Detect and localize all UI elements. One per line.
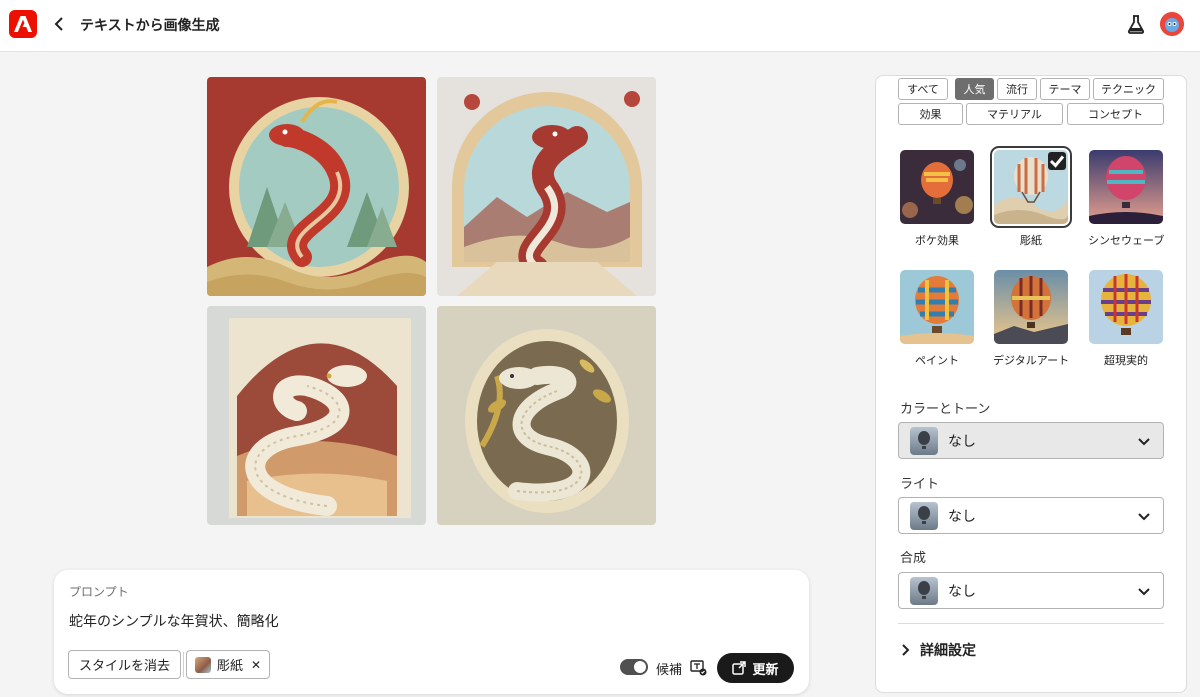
candidates-label: 候補 bbox=[656, 663, 683, 678]
tab-theme[interactable]: テーマ bbox=[1040, 78, 1090, 100]
style-thumbnail bbox=[1089, 270, 1163, 344]
tab-popular[interactable]: 人気 bbox=[955, 78, 994, 100]
balloon-thumbnail-icon bbox=[910, 576, 938, 605]
light-dropdown[interactable]: なし bbox=[898, 497, 1164, 534]
refresh-icon bbox=[732, 661, 747, 675]
adobe-logo[interactable] bbox=[9, 10, 37, 38]
color-tone-dropdown[interactable]: なし bbox=[898, 422, 1164, 459]
style-thumbnail bbox=[990, 146, 1072, 228]
checkmark-icon bbox=[1048, 152, 1066, 170]
style-label: ペイント bbox=[915, 354, 959, 367]
style-chip: 彫紙 ✕ bbox=[186, 650, 271, 679]
flask-icon bbox=[1127, 15, 1145, 34]
top-bar: テキストから画像生成 bbox=[0, 0, 1200, 52]
composition-dropdown[interactable]: なし bbox=[898, 572, 1164, 609]
chevron-down-icon bbox=[1138, 588, 1150, 596]
prompt-suggestion-icon[interactable] bbox=[690, 659, 707, 676]
composition-value: なし bbox=[948, 583, 976, 600]
color-tone-value: なし bbox=[948, 433, 976, 450]
prompt-panel: プロンプト 蛇年のシンプルな年賀状、簡略化 スタイルを消去 彫紙 ✕ 候補 更新 bbox=[54, 570, 809, 694]
style-hyper-realistic[interactable]: 超現実的 bbox=[1088, 270, 1164, 368]
style-panel: すべて 人気 流行 テーマ テクニック 効果 マテリアル コンセプト ボケ効果 … bbox=[875, 75, 1187, 693]
light-value: なし bbox=[948, 508, 976, 525]
labs-button[interactable] bbox=[1125, 13, 1147, 35]
result-image-4[interactable] bbox=[437, 306, 656, 525]
style-thumbnail bbox=[994, 270, 1068, 344]
style-thumbnail bbox=[1089, 150, 1163, 224]
style-chip-label: 彫紙 bbox=[217, 659, 244, 674]
style-label: シンセウェーブ bbox=[1088, 234, 1165, 247]
divider bbox=[183, 652, 184, 677]
style-synthwave[interactable]: シンセウェーブ bbox=[1088, 150, 1164, 248]
update-button-label: 更新 bbox=[752, 662, 779, 678]
tab-technique[interactable]: テクニック bbox=[1093, 78, 1164, 100]
style-thumbnail bbox=[195, 656, 211, 673]
tab-material[interactable]: マテリアル bbox=[966, 103, 1063, 125]
page-title: テキストから画像生成 bbox=[80, 18, 220, 34]
chevron-right-icon bbox=[902, 644, 910, 656]
back-button[interactable] bbox=[50, 14, 68, 34]
style-label: ボケ効果 bbox=[915, 234, 959, 247]
candidates-toggle[interactable] bbox=[620, 659, 648, 675]
chevron-left-icon bbox=[54, 17, 63, 31]
advanced-settings-toggle[interactable]: 詳細設定 bbox=[900, 640, 976, 660]
tab-trending[interactable]: 流行 bbox=[997, 78, 1037, 100]
chevron-down-icon bbox=[1138, 513, 1150, 521]
update-button[interactable]: 更新 bbox=[717, 653, 794, 683]
light-label: ライト bbox=[900, 477, 940, 492]
style-bokeh[interactable]: ボケ効果 bbox=[899, 150, 975, 248]
style-label: デジタルアート bbox=[993, 354, 1070, 367]
style-thumbnail bbox=[900, 150, 974, 224]
color-tone-label: カラーとトーン bbox=[900, 402, 991, 417]
result-image-1[interactable] bbox=[207, 77, 426, 296]
prompt-label: プロンプト bbox=[69, 585, 129, 599]
tab-concept[interactable]: コンセプト bbox=[1067, 103, 1164, 125]
clear-style-button[interactable]: スタイルを消去 bbox=[68, 650, 182, 679]
result-image-2[interactable] bbox=[437, 77, 656, 296]
style-paper-cut[interactable]: 彫紙 bbox=[990, 146, 1072, 248]
tab-all[interactable]: すべて bbox=[898, 78, 948, 100]
style-thumbnail bbox=[900, 270, 974, 344]
composition-label: 合成 bbox=[900, 551, 927, 566]
tab-effects[interactable]: 効果 bbox=[898, 103, 963, 125]
divider bbox=[898, 623, 1164, 624]
balloon-thumbnail-icon bbox=[910, 501, 938, 530]
style-digital-art[interactable]: デジタルアート bbox=[993, 270, 1069, 368]
close-icon[interactable]: ✕ bbox=[251, 658, 261, 672]
style-label: 超現実的 bbox=[1104, 354, 1148, 367]
result-image-3[interactable] bbox=[207, 306, 426, 525]
prompt-input[interactable]: 蛇年のシンプルな年賀状、簡略化 bbox=[69, 611, 279, 631]
advanced-settings-label: 詳細設定 bbox=[920, 643, 976, 659]
style-paint[interactable]: ペイント bbox=[899, 270, 975, 368]
style-label: 彫紙 bbox=[1020, 234, 1042, 247]
chevron-down-icon bbox=[1138, 438, 1150, 446]
balloon-thumbnail-icon bbox=[910, 426, 938, 455]
avatar[interactable] bbox=[1160, 12, 1184, 36]
